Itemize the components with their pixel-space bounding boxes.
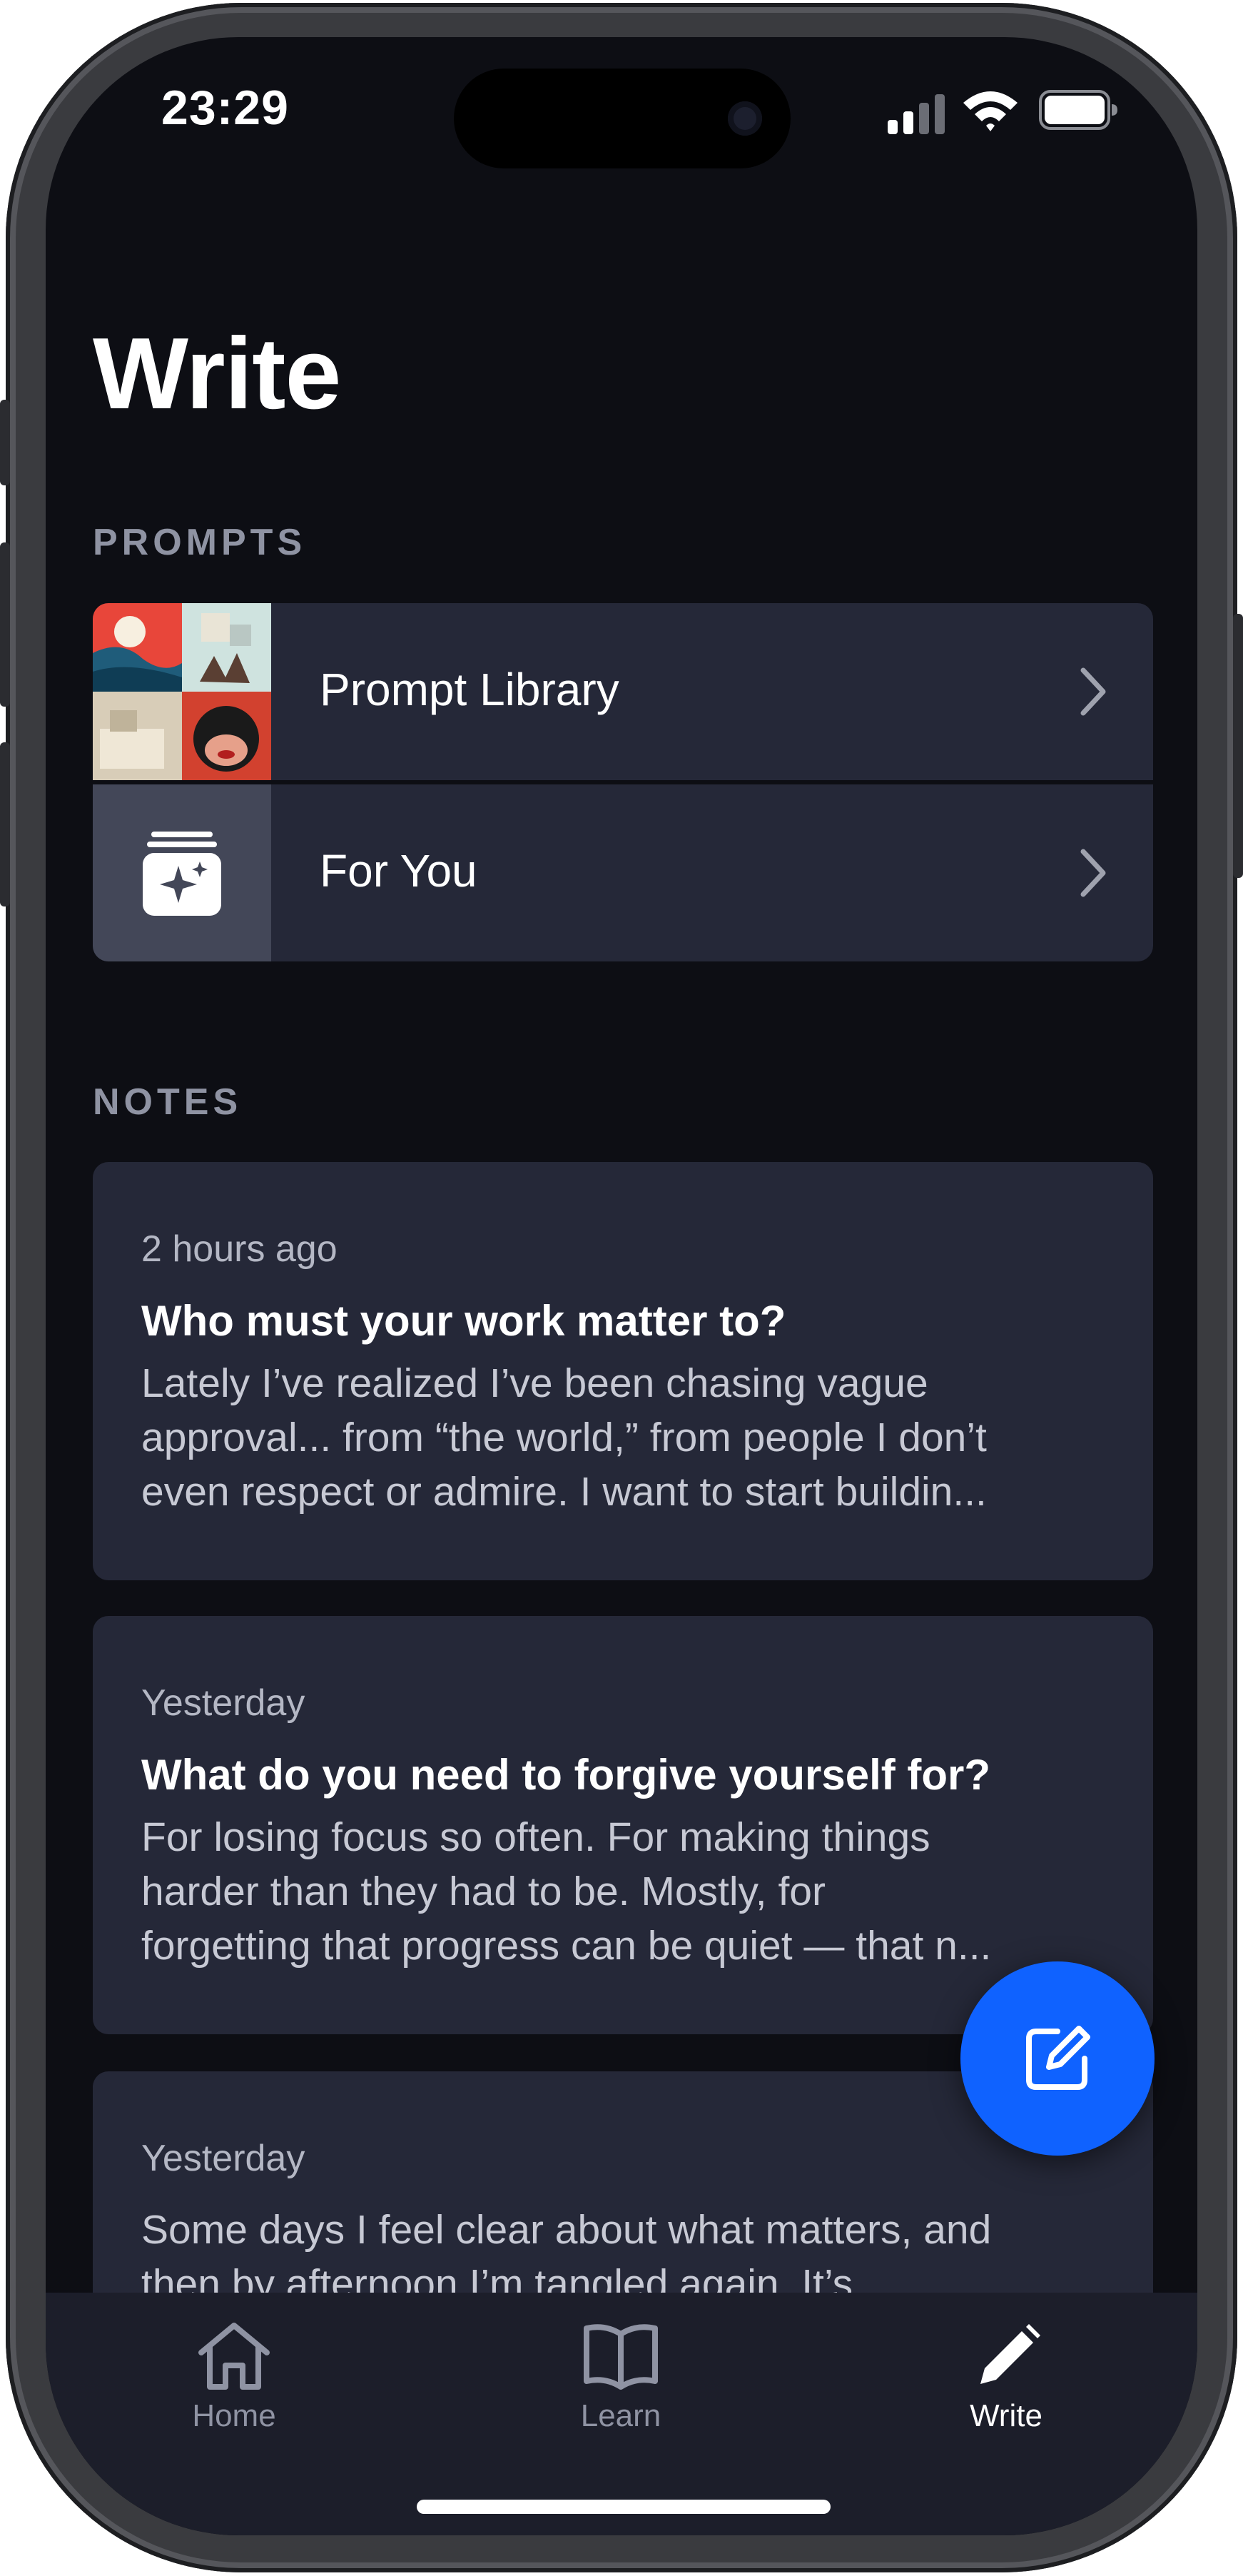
- home-indicator[interactable]: [417, 2500, 831, 2514]
- note-preview-line: approval... from “the world,” from peopl…: [141, 1415, 987, 1460]
- note-preview-line: For losing focus so often. For making th…: [141, 1814, 930, 1860]
- app-screen: 23:29 Write PROMPTS Prompt Library For Y…: [46, 37, 1197, 2535]
- volume-down-button: [0, 742, 10, 906]
- note-title: Who must your work matter to?: [141, 1297, 786, 1345]
- note-preview-line: Lately I’ve realized I’ve been chasing v…: [141, 1360, 928, 1406]
- camera-icon: [728, 101, 762, 136]
- compose-icon: [1026, 2026, 1090, 2090]
- page-title: Write: [93, 317, 341, 430]
- tab-learn[interactable]: Learn: [514, 2293, 728, 2450]
- tab-learn-label: Learn: [580, 2398, 661, 2433]
- note-preview-line: forgetting that progress can be quiet — …: [141, 1923, 992, 1969]
- tab-bar: Home Learn Write: [46, 2293, 1197, 2535]
- note-card[interactable]: Yesterday What do you need to forgive yo…: [93, 1616, 1153, 2034]
- volume-up-button: [0, 542, 10, 707]
- chevron-right-icon: [1080, 849, 1106, 897]
- power-button: [1233, 614, 1243, 878]
- note-preview-line: even respect or admire. I want to start …: [141, 1469, 987, 1515]
- note-preview-line: Some days I feel clear about what matter…: [141, 2207, 992, 2253]
- prompt-library-collage: [93, 603, 271, 780]
- prompt-library-row[interactable]: Prompt Library: [93, 603, 1153, 780]
- note-card[interactable]: 2 hours ago Who must your work matter to…: [93, 1162, 1153, 1580]
- action-button: [0, 400, 10, 485]
- home-icon: [198, 2323, 270, 2390]
- wifi-icon: [963, 91, 1018, 131]
- sparkle-stack-icon: [143, 832, 221, 916]
- signal-icon: [888, 94, 945, 134]
- note-timestamp: Yesterday: [141, 1682, 305, 1724]
- tab-home[interactable]: Home: [127, 2293, 341, 2450]
- note-preview: For losing focus so often. For making th…: [141, 1810, 1119, 1973]
- note-preview-line: harder than they had to be. Mostly, for: [141, 1869, 826, 1914]
- notes-section-label: NOTES: [93, 1081, 243, 1123]
- tab-write-label: Write: [970, 2398, 1042, 2433]
- for-you-label: For You: [320, 845, 477, 896]
- pencil-icon: [980, 2324, 1040, 2384]
- note-preview: Lately I’ve realized I’ve been chasing v…: [141, 1356, 1119, 1519]
- note-timestamp: 2 hours ago: [141, 1228, 338, 1270]
- for-you-row[interactable]: For You: [93, 784, 1153, 961]
- chevron-right-icon: [1080, 667, 1106, 716]
- book-icon: [584, 2324, 658, 2390]
- battery-icon: [1039, 90, 1117, 130]
- tab-write[interactable]: Write: [899, 2293, 1113, 2450]
- note-title: What do you need to forgive yourself for…: [141, 1751, 991, 1799]
- prompts-section-label: PROMPTS: [93, 522, 307, 563]
- compose-button[interactable]: [960, 1961, 1155, 2156]
- dynamic-island: [454, 69, 791, 168]
- tab-home-label: Home: [192, 2398, 276, 2433]
- prompt-library-label: Prompt Library: [320, 664, 619, 715]
- note-timestamp: Yesterday: [141, 2138, 305, 2179]
- for-you-thumb: [93, 784, 271, 961]
- status-time: 23:29: [161, 81, 289, 135]
